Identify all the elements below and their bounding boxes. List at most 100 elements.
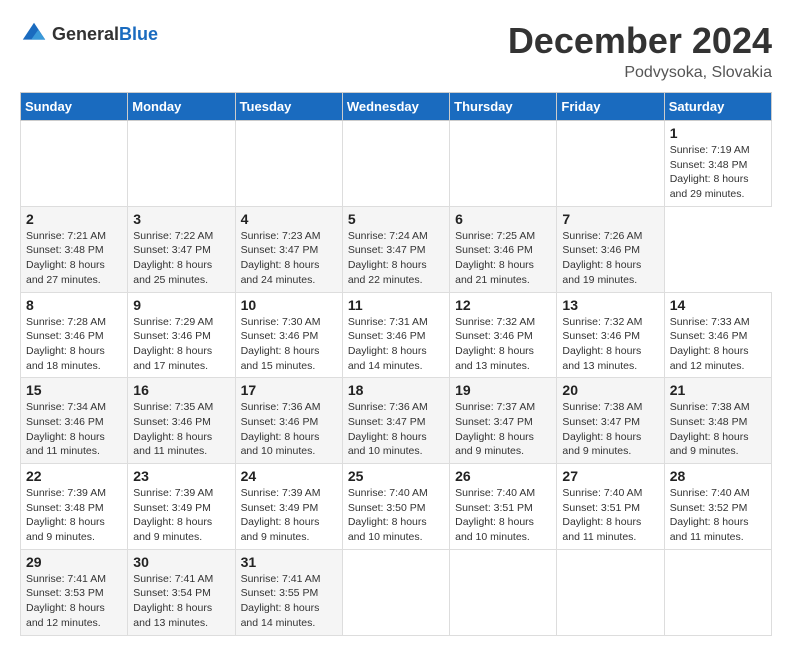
day-number: 15 <box>26 382 122 398</box>
day-number: 8 <box>26 297 122 313</box>
calendar-cell: 30Sunrise: 7:41 AMSunset: 3:54 PMDayligh… <box>128 549 235 635</box>
day-number: 11 <box>348 297 444 313</box>
day-number: 16 <box>133 382 229 398</box>
calendar-header-row: SundayMondayTuesdayWednesdayThursdayFrid… <box>21 93 772 121</box>
day-number: 13 <box>562 297 658 313</box>
day-info: Sunrise: 7:41 AMSunset: 3:53 PMDaylight:… <box>26 572 122 631</box>
day-info: Sunrise: 7:40 AMSunset: 3:51 PMDaylight:… <box>562 486 658 545</box>
calendar-cell: 2Sunrise: 7:21 AMSunset: 3:48 PMDaylight… <box>21 206 128 292</box>
calendar-cell: 8 Sunrise: 7:28 AMSunset: 3:46 PMDaylight… <box>21 292 128 378</box>
calendar-cell: 16 Sunrise: 7:35 AMSunset: 3:46 PMDayligh… <box>128 378 235 464</box>
calendar-cell: 27 Sunrise: 7:40 AMSunset: 3:51 PMDayligh… <box>557 464 664 550</box>
calendar-header-friday: Friday <box>557 93 664 121</box>
logo-text-blue: Blue <box>119 24 158 44</box>
calendar-cell <box>450 549 557 635</box>
day-number: 22 <box>26 468 122 484</box>
calendar-week-row: 22 Sunrise: 7:39 AMSunset: 3:48 PMDayligh… <box>21 464 772 550</box>
calendar-cell: 21Sunrise: 7:38 AMSunset: 3:48 PMDayligh… <box>664 378 771 464</box>
empty-cell <box>342 121 449 207</box>
calendar-cell: 23 Sunrise: 7:39 AMSunset: 3:49 PMDayligh… <box>128 464 235 550</box>
day-info: Sunrise: 7:32 AMSunset: 3:46 PMDaylight:… <box>455 315 551 374</box>
calendar-cell: 29 Sunrise: 7:41 AMSunset: 3:53 PMDayligh… <box>21 549 128 635</box>
calendar-cell: 31Sunrise: 7:41 AMSunset: 3:55 PMDayligh… <box>235 549 342 635</box>
day-info: Sunrise: 7:37 AMSunset: 3:47 PMDaylight:… <box>455 400 551 459</box>
day-number: 6 <box>455 211 551 227</box>
calendar-cell: 20Sunrise: 7:38 AMSunset: 3:47 PMDayligh… <box>557 378 664 464</box>
calendar-header-thursday: Thursday <box>450 93 557 121</box>
day-info: Sunrise: 7:28 AMSunset: 3:46 PMDaylight:… <box>26 315 122 374</box>
calendar-cell: 6Sunrise: 7:25 AMSunset: 3:46 PMDaylight… <box>450 206 557 292</box>
day-info: Sunrise: 7:32 AMSunset: 3:46 PMDaylight:… <box>562 315 658 374</box>
day-info: Sunrise: 7:36 AMSunset: 3:47 PMDaylight:… <box>348 400 444 459</box>
empty-cell <box>128 121 235 207</box>
day-info: Sunrise: 7:26 AMSunset: 3:46 PMDaylight:… <box>562 229 658 288</box>
day-number: 18 <box>348 382 444 398</box>
logo: GeneralBlue <box>20 20 158 48</box>
day-number: 9 <box>133 297 229 313</box>
calendar-cell: 13 Sunrise: 7:32 AMSunset: 3:46 PMDayligh… <box>557 292 664 378</box>
calendar-week-row: 15 Sunrise: 7:34 AMSunset: 3:46 PMDayligh… <box>21 378 772 464</box>
day-number: 29 <box>26 554 122 570</box>
calendar-cell: 14Sunrise: 7:33 AMSunset: 3:46 PMDayligh… <box>664 292 771 378</box>
calendar-cell: 25 Sunrise: 7:40 AMSunset: 3:50 PMDayligh… <box>342 464 449 550</box>
calendar-cell: 24Sunrise: 7:39 AMSunset: 3:49 PMDayligh… <box>235 464 342 550</box>
day-info: Sunrise: 7:38 AMSunset: 3:47 PMDaylight:… <box>562 400 658 459</box>
day-info: Sunrise: 7:31 AMSunset: 3:46 PMDaylight:… <box>348 315 444 374</box>
day-info: Sunrise: 7:38 AMSunset: 3:48 PMDaylight:… <box>670 400 766 459</box>
calendar-cell: 15 Sunrise: 7:34 AMSunset: 3:46 PMDayligh… <box>21 378 128 464</box>
calendar-header-monday: Monday <box>128 93 235 121</box>
day-info: Sunrise: 7:34 AMSunset: 3:46 PMDaylight:… <box>26 400 122 459</box>
day-info: Sunrise: 7:39 AMSunset: 3:49 PMDaylight:… <box>133 486 229 545</box>
calendar-cell: 22 Sunrise: 7:39 AMSunset: 3:48 PMDayligh… <box>21 464 128 550</box>
calendar-cell <box>342 549 449 635</box>
calendar-week-row: 8 Sunrise: 7:28 AMSunset: 3:46 PMDaylight… <box>21 292 772 378</box>
calendar-cell: 26 Sunrise: 7:40 AMSunset: 3:51 PMDayligh… <box>450 464 557 550</box>
empty-cell <box>557 121 664 207</box>
calendar-header-tuesday: Tuesday <box>235 93 342 121</box>
calendar-header-sunday: Sunday <box>21 93 128 121</box>
page-header: GeneralBlue December 2024 Podvysoka, Slo… <box>20 20 772 82</box>
calendar-cell: 10Sunrise: 7:30 AMSunset: 3:46 PMDayligh… <box>235 292 342 378</box>
logo-icon <box>20 20 48 48</box>
calendar-cell: 7 Sunrise: 7:26 AMSunset: 3:46 PMDaylight… <box>557 206 664 292</box>
day-info: Sunrise: 7:35 AMSunset: 3:46 PMDaylight:… <box>133 400 229 459</box>
day-number: 17 <box>241 382 337 398</box>
day-number: 10 <box>241 297 337 313</box>
calendar-week-row: 1 Sunrise: 7:19 AMSunset: 3:48 PMDaylight… <box>21 121 772 207</box>
day-number: 19 <box>455 382 551 398</box>
day-number: 12 <box>455 297 551 313</box>
day-number: 5 <box>348 211 444 227</box>
day-number: 25 <box>348 468 444 484</box>
calendar-header-wednesday: Wednesday <box>342 93 449 121</box>
day-info: Sunrise: 7:41 AMSunset: 3:55 PMDaylight:… <box>241 572 337 631</box>
day-number: 28 <box>670 468 766 484</box>
day-info: Sunrise: 7:19 AMSunset: 3:48 PMDaylight:… <box>670 143 766 202</box>
calendar-week-row: 29 Sunrise: 7:41 AMSunset: 3:53 PMDayligh… <box>21 549 772 635</box>
calendar-cell: 28 Sunrise: 7:40 AMSunset: 3:52 PMDayligh… <box>664 464 771 550</box>
day-number: 27 <box>562 468 658 484</box>
day-number: 26 <box>455 468 551 484</box>
calendar-cell <box>664 549 771 635</box>
day-number: 23 <box>133 468 229 484</box>
logo-text-general: General <box>52 24 119 44</box>
day-info: Sunrise: 7:23 AMSunset: 3:47 PMDaylight:… <box>241 229 337 288</box>
calendar-cell: 19 Sunrise: 7:37 AMSunset: 3:47 PMDayligh… <box>450 378 557 464</box>
calendar-cell: 1 Sunrise: 7:19 AMSunset: 3:48 PMDaylight… <box>664 121 771 207</box>
empty-cell <box>21 121 128 207</box>
month-title: December 2024 <box>508 20 772 62</box>
day-number: 4 <box>241 211 337 227</box>
day-info: Sunrise: 7:40 AMSunset: 3:50 PMDaylight:… <box>348 486 444 545</box>
calendar-cell: 11 Sunrise: 7:31 AMSunset: 3:46 PMDayligh… <box>342 292 449 378</box>
day-number: 3 <box>133 211 229 227</box>
day-number: 7 <box>562 211 658 227</box>
day-info: Sunrise: 7:21 AMSunset: 3:48 PMDaylight:… <box>26 229 122 288</box>
day-info: Sunrise: 7:22 AMSunset: 3:47 PMDaylight:… <box>133 229 229 288</box>
day-number: 30 <box>133 554 229 570</box>
day-info: Sunrise: 7:39 AMSunset: 3:48 PMDaylight:… <box>26 486 122 545</box>
day-number: 1 <box>670 125 766 141</box>
calendar-cell: 9 Sunrise: 7:29 AMSunset: 3:46 PMDaylight… <box>128 292 235 378</box>
day-info: Sunrise: 7:29 AMSunset: 3:46 PMDaylight:… <box>133 315 229 374</box>
day-info: Sunrise: 7:40 AMSunset: 3:52 PMDaylight:… <box>670 486 766 545</box>
calendar-cell: 5Sunrise: 7:24 AMSunset: 3:47 PMDaylight… <box>342 206 449 292</box>
day-info: Sunrise: 7:40 AMSunset: 3:51 PMDaylight:… <box>455 486 551 545</box>
